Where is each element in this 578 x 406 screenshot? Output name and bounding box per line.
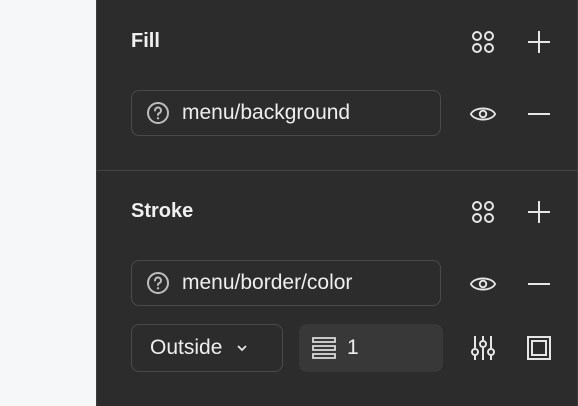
stroke-styles-button[interactable] bbox=[469, 198, 497, 226]
add-stroke-button[interactable] bbox=[525, 198, 553, 226]
stroke-weight-icon bbox=[311, 335, 337, 361]
add-fill-button[interactable] bbox=[525, 28, 553, 56]
fill-style-label: menu/background bbox=[182, 101, 351, 124]
section-divider bbox=[97, 170, 577, 171]
advanced-stroke-button[interactable] bbox=[469, 334, 497, 362]
fill-visibility-toggle[interactable] bbox=[469, 100, 497, 128]
stroke-visibility-toggle[interactable] bbox=[469, 270, 497, 298]
stroke-position-value: Outside bbox=[150, 336, 223, 359]
plus-icon bbox=[528, 31, 550, 53]
question-circle-icon bbox=[146, 271, 170, 295]
stroke-frame-button[interactable] bbox=[525, 334, 553, 362]
eye-icon bbox=[469, 107, 497, 121]
sliders-icon bbox=[471, 336, 495, 360]
stroke-position-select[interactable]: Outside bbox=[131, 324, 283, 372]
stroke-frame-icon bbox=[527, 336, 551, 360]
remove-fill-button[interactable] bbox=[525, 100, 553, 128]
eye-icon bbox=[469, 277, 497, 291]
remove-stroke-button[interactable] bbox=[525, 270, 553, 298]
plus-icon bbox=[528, 201, 550, 223]
stroke-style-field[interactable]: menu/border/color bbox=[131, 260, 441, 306]
stroke-weight-input[interactable]: 1 bbox=[299, 324, 443, 372]
question-circle-icon bbox=[146, 101, 170, 125]
fill-style-field[interactable]: menu/background bbox=[131, 90, 441, 136]
properties-panel: Fill menu/background Stroke menu/border/… bbox=[96, 0, 578, 406]
stroke-style-label: menu/border/color bbox=[182, 271, 353, 294]
styles-grid-icon bbox=[472, 31, 494, 53]
styles-grid-icon bbox=[472, 201, 494, 223]
chevron-down-icon bbox=[234, 340, 250, 356]
stroke-section-title: Stroke bbox=[131, 200, 194, 222]
fill-styles-button[interactable] bbox=[469, 28, 497, 56]
stroke-weight-value: 1 bbox=[347, 336, 359, 359]
fill-section-title: Fill bbox=[131, 30, 160, 52]
minus-icon bbox=[528, 283, 550, 285]
minus-icon bbox=[528, 113, 550, 115]
